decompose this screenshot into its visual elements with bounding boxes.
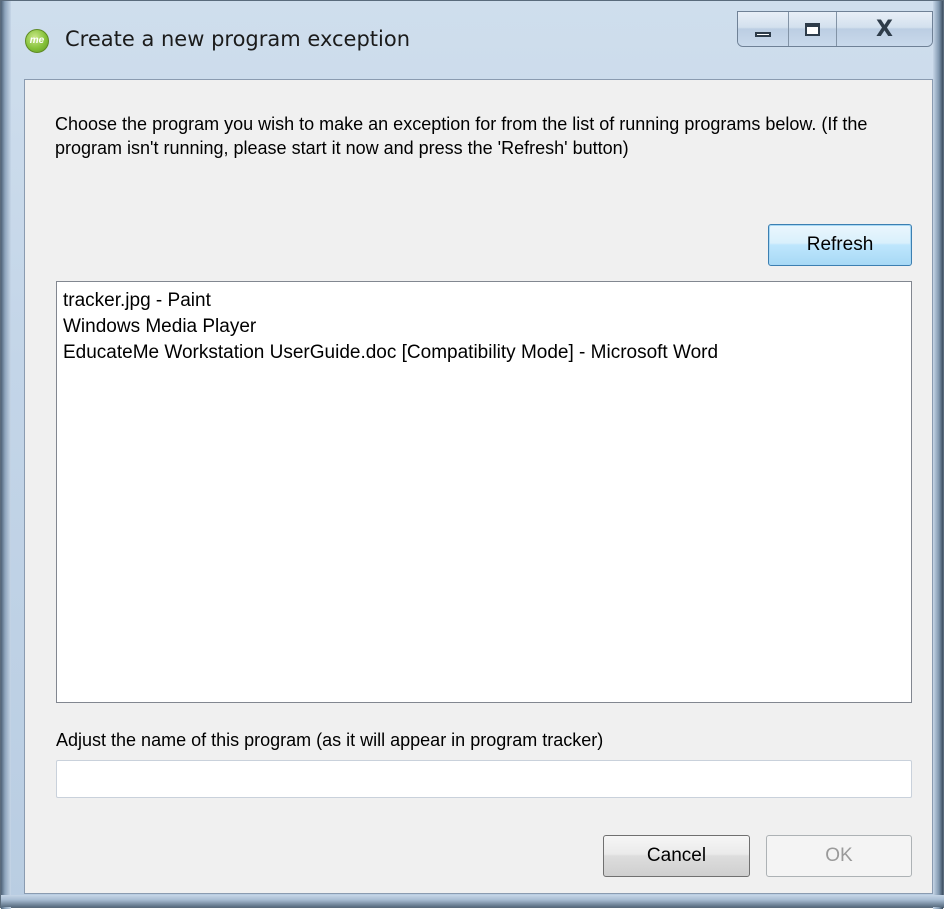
window-frame-left [1, 1, 11, 909]
maximize-button[interactable] [789, 12, 837, 46]
program-name-input[interactable] [56, 760, 912, 798]
instructions-text: Choose the program you wish to make an e… [55, 114, 868, 158]
list-item-program[interactable]: Windows Media Player [63, 314, 905, 340]
minimize-button[interactable] [738, 12, 790, 46]
window-title: Create a new program exception [65, 27, 411, 51]
dialog-window: me Create a new program exception X Choo… [0, 0, 944, 909]
ok-button[interactable]: OK [766, 835, 912, 877]
close-icon: X [876, 16, 893, 42]
list-item-program[interactable]: EducateMe Workstation UserGuide.doc [Com… [63, 340, 905, 366]
running-programs-list[interactable]: tracker.jpg - Paint Windows Media Player… [56, 281, 912, 703]
app-logo-icon: me [25, 29, 49, 53]
caption-buttons: X [737, 11, 933, 47]
list-item-program[interactable]: tracker.jpg - Paint [63, 288, 905, 314]
minimize-icon [755, 31, 772, 37]
dialog-client-area: Choose the program you wish to make an e… [24, 79, 933, 894]
window-frame-bottom [1, 895, 944, 907]
refresh-button[interactable]: Refresh [768, 224, 912, 266]
window-frame-right [933, 1, 943, 909]
close-button[interactable]: X [836, 12, 932, 46]
maximize-icon [805, 22, 821, 36]
program-name-label: Adjust the name of this program (as it w… [56, 730, 604, 750]
title-bar[interactable]: me Create a new program exception X [1, 1, 944, 79]
cancel-button[interactable]: Cancel [603, 835, 750, 877]
